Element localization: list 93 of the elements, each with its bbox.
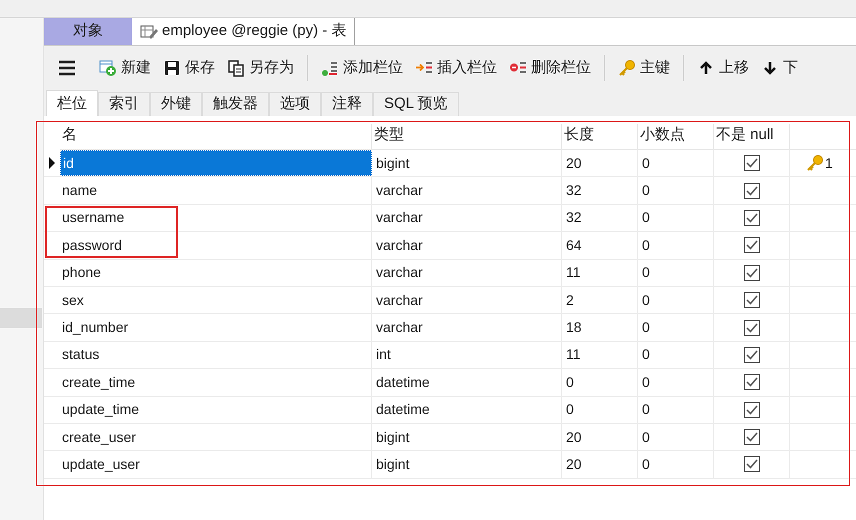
checkbox[interactable] (744, 182, 760, 199)
table-cell: bigint (372, 424, 562, 450)
table-cell: varchar (372, 204, 562, 232)
table-cell[interactable]: phone (60, 260, 372, 286)
save-icon (163, 59, 181, 77)
table-cell: 0 (638, 286, 714, 314)
table-cell: 32 (562, 177, 638, 204)
table-cell: 0 (638, 396, 714, 423)
table-cell: 0 (562, 369, 638, 396)
table-cell[interactable]: name (60, 177, 372, 204)
checkbox[interactable] (744, 210, 760, 226)
document-tab[interactable]: 对象 (44, 18, 132, 45)
table-cell: 2 (562, 286, 638, 314)
toolbar-button[interactable]: 保存 (160, 54, 218, 82)
key-icon (618, 59, 636, 77)
column-header: 类型 (372, 124, 562, 149)
toolbar-button[interactable]: 另存为 (224, 54, 297, 82)
table-cell: bigint (372, 451, 562, 478)
table-cell: varchar (372, 286, 562, 314)
tab[interactable]: 注释 (321, 92, 373, 116)
tab[interactable]: SQL 预览 (373, 92, 459, 116)
table-cell: int (372, 342, 562, 368)
key-icon (806, 154, 824, 172)
menu-icon[interactable] (58, 60, 76, 76)
copy-icon (227, 59, 245, 77)
table-cell: 0 (562, 396, 638, 423)
table-cell: 0 (638, 204, 714, 232)
table-cell[interactable]: username (60, 204, 372, 232)
toolbar-button[interactable]: 插入栏位 (412, 54, 500, 82)
table-cell: 0 (638, 232, 714, 259)
tab[interactable]: 栏位 (46, 90, 98, 116)
table-cell: 0 (638, 451, 714, 478)
column-header: 不是 null (714, 124, 790, 149)
tab[interactable]: 选项 (269, 92, 321, 116)
add-table-icon (99, 59, 117, 77)
table-cell: 20 (562, 424, 638, 450)
table-cell: bigint (372, 150, 562, 176)
column-header: 小数点 (638, 124, 714, 149)
table-cell: 32 (562, 204, 638, 232)
table-cell: 0 (638, 424, 714, 450)
checkbox[interactable] (744, 456, 760, 472)
column-header: 长度 (562, 124, 638, 149)
checkbox[interactable] (744, 237, 760, 254)
table-cell: varchar (372, 314, 562, 341)
table-cell[interactable]: create_user (60, 424, 372, 450)
checkbox[interactable] (744, 429, 760, 446)
table-cell: 0 (638, 177, 714, 204)
table-cell[interactable]: create_time (60, 369, 372, 396)
table-cell: varchar (372, 260, 562, 286)
checkbox[interactable] (744, 264, 760, 281)
toolbar-button[interactable]: 下 (758, 54, 801, 82)
table-cell[interactable]: password (60, 232, 372, 259)
tab[interactable]: 索引 (98, 92, 150, 116)
table-cell: 64 (562, 232, 638, 259)
key-order: 1 (825, 154, 833, 173)
table-cell[interactable]: update_user (60, 451, 372, 478)
table-cell: 0 (638, 260, 714, 286)
tab[interactable]: 触发器 (202, 92, 269, 116)
table-cell: 0 (638, 314, 714, 341)
table-cell: 18 (562, 314, 638, 341)
toolbar-button[interactable]: 添加栏位 (318, 54, 406, 82)
tab[interactable]: 外键 (150, 92, 202, 116)
checkbox[interactable] (744, 346, 760, 363)
sidebar-item[interactable] (0, 308, 42, 328)
table-cell: varchar (372, 232, 562, 259)
table-cell[interactable]: id_number (60, 314, 372, 341)
table-cell: 0 (638, 369, 714, 396)
row-pointer-icon (48, 156, 56, 170)
checkbox[interactable] (744, 374, 760, 390)
column-header: 名 (60, 124, 372, 149)
table-cell: 0 (638, 342, 714, 368)
checkbox[interactable] (744, 320, 760, 336)
table-cell: 20 (562, 150, 638, 176)
table-cell: datetime (372, 369, 562, 396)
table-edit-icon (140, 24, 158, 40)
table-cell[interactable]: id (60, 150, 372, 176)
checkbox[interactable] (744, 292, 760, 308)
checkbox[interactable] (744, 155, 760, 172)
toolbar-button[interactable]: 主键 (615, 54, 673, 82)
table-cell[interactable]: update_time (60, 396, 372, 423)
checkbox[interactable] (744, 402, 760, 418)
table-cell: datetime (372, 396, 562, 423)
arrow-down-icon (761, 59, 779, 77)
toolbar-button[interactable]: 新建 (96, 54, 154, 82)
table-cell: 11 (562, 260, 638, 286)
table-cell[interactable]: sex (60, 286, 372, 314)
table-cell: 20 (562, 451, 638, 478)
table-cell: varchar (372, 177, 562, 204)
toolbar-button[interactable]: 上移 (694, 54, 752, 82)
toolbar-button[interactable]: 删除栏位 (506, 54, 594, 82)
table-cell[interactable]: status (60, 342, 372, 368)
table-cell: 11 (562, 342, 638, 368)
table-cell: 0 (638, 150, 714, 176)
